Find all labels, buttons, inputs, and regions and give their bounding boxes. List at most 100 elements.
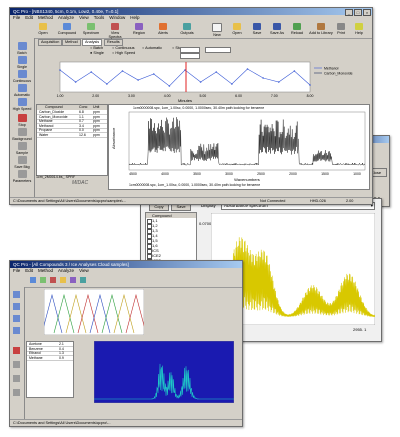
library-icon bbox=[317, 23, 325, 30]
tool-view-spectra[interactable]: View Spectra bbox=[104, 22, 126, 39]
tool-reload[interactable]: Reload bbox=[286, 22, 308, 37]
small-side-5-icon[interactable] bbox=[13, 347, 20, 354]
trend-x-tick: 3.00 bbox=[128, 94, 135, 98]
maximize-icon[interactable]: □ bbox=[354, 9, 362, 16]
small-overlap-chart[interactable] bbox=[44, 289, 144, 335]
side-parameters[interactable]: Parameters bbox=[12, 170, 32, 183]
sample-icon bbox=[17, 142, 27, 150]
side-high-speed[interactable]: High Speed bbox=[12, 98, 32, 111]
small-tool-4-icon[interactable] bbox=[60, 277, 66, 283]
small-side-7-icon[interactable] bbox=[13, 375, 20, 382]
option-field-2[interactable] bbox=[180, 53, 200, 59]
tab-method[interactable]: Method bbox=[62, 39, 81, 46]
small-tool-6-icon[interactable] bbox=[80, 277, 86, 283]
side-sample[interactable]: Sample bbox=[12, 142, 32, 155]
trend-x-tick: 1.00 bbox=[57, 94, 64, 98]
small-titlebar[interactable]: QC Pro - [All Compounds 3 / Ice Analyses… bbox=[10, 261, 242, 268]
open-folder-icon bbox=[233, 23, 241, 30]
side-automatic[interactable]: Automatic bbox=[12, 84, 32, 97]
tool-open[interactable]: Open bbox=[226, 22, 248, 37]
spectrum-bottom-caption: 1cm0000008.spc, 1cm_1.00sc, 0.0000, 1.00… bbox=[129, 183, 261, 187]
tool-save-as[interactable]: Save As bbox=[266, 22, 288, 37]
small-side-3-icon[interactable] bbox=[13, 315, 20, 322]
table-cell: 1.3 bbox=[59, 351, 64, 355]
spectrum-x-tick: 2000 bbox=[289, 172, 297, 176]
reload-icon bbox=[293, 23, 301, 30]
trend-x-tick: 7.00 bbox=[271, 94, 278, 98]
parameters-icon bbox=[17, 170, 27, 178]
table-row[interactable]: Water 12.6 ppm bbox=[37, 133, 107, 138]
small-side-4-icon[interactable] bbox=[13, 327, 20, 334]
tool-open-method[interactable]: Open bbox=[32, 22, 54, 37]
small-side-8-icon[interactable] bbox=[13, 389, 20, 396]
small-tool-1-icon[interactable] bbox=[30, 277, 36, 283]
table-cell: Acetone bbox=[29, 342, 42, 346]
trend-point bbox=[293, 70, 296, 72]
main-titlebar[interactable]: QC Pro - [NBS1340, 5cm, 0.1m, Low2, 0.40… bbox=[10, 8, 372, 16]
side-background[interactable]: Background bbox=[12, 128, 32, 141]
tool-region[interactable]: Region bbox=[128, 22, 150, 37]
spectrum-x-label: Wavenumbers bbox=[234, 177, 260, 182]
ir-spectrum-plot[interactable]: Absorbance 4500 4000 3500 3000 2500 2000 1500 1… bbox=[109, 105, 369, 189]
spectrum-panel[interactable]: 1cm0000008.spc, 1cm_1.00sc, 0.0000, 1.00… bbox=[108, 104, 370, 190]
table-cell: ppm bbox=[93, 128, 100, 132]
radio-single[interactable]: ● Single bbox=[90, 51, 104, 55]
small-window[interactable]: QC Pro - [All Compounds 3 / Ice Analyses… bbox=[9, 260, 243, 427]
trend-point bbox=[231, 83, 233, 85]
main-window[interactable]: QC Pro - [NBS1340, 5cm, 0.1m, Low2, 0.40… bbox=[9, 7, 373, 205]
status-connection: Not Connected bbox=[260, 199, 286, 203]
table-cell: ppm bbox=[93, 123, 100, 128]
table-cell: Methane bbox=[39, 119, 53, 123]
radio-continuous[interactable]: ○ Continuous bbox=[112, 46, 135, 50]
tool-new[interactable]: New bbox=[206, 22, 228, 37]
tool-alerts[interactable]: Alerts bbox=[152, 22, 174, 37]
option-field-3[interactable] bbox=[205, 47, 231, 53]
minimize-icon[interactable]: _ bbox=[345, 9, 353, 16]
trend-point bbox=[59, 69, 61, 71]
tool-help[interactable]: Help bbox=[350, 22, 368, 37]
side-batch[interactable]: Batch bbox=[12, 42, 32, 55]
batch-icon bbox=[17, 42, 27, 50]
trend-point bbox=[90, 71, 93, 73]
tool-print[interactable]: Print bbox=[332, 22, 350, 37]
tool-outputs[interactable]: Outputs bbox=[176, 22, 198, 37]
table-cell: 1.1 bbox=[79, 114, 84, 119]
small-tool-5-icon[interactable] bbox=[70, 277, 76, 283]
small-side-1-icon[interactable] bbox=[13, 291, 20, 298]
side-single[interactable]: Single bbox=[12, 56, 32, 69]
small-toolbar bbox=[10, 274, 242, 288]
small-statusbar: C:\Documents and Settings\All Users\Docu… bbox=[10, 419, 242, 426]
small-blue-spectrum[interactable] bbox=[94, 341, 234, 403]
spectrum-x-tick: 3500 bbox=[193, 172, 201, 176]
table-row[interactable]: Methane 0.9 bbox=[27, 356, 73, 361]
tool-save[interactable]: Save bbox=[246, 22, 268, 37]
status-device: HHD-026 bbox=[310, 199, 326, 203]
tab-acquisition[interactable]: Acquisition bbox=[38, 39, 63, 46]
radio-batch[interactable]: ○ Batch bbox=[90, 46, 103, 50]
small-tool-2-icon[interactable] bbox=[40, 277, 46, 283]
radio-automatic[interactable]: ○ Automatic bbox=[142, 46, 162, 50]
tool-compound[interactable]: Compound bbox=[56, 22, 78, 37]
trend-point bbox=[74, 81, 77, 83]
small-results-table[interactable]: Acetone 2.1 Benzene 0.4 Ethanol 1.3 Methane 0.9 bbox=[26, 341, 74, 398]
tool-add-library[interactable]: Add to Library bbox=[308, 22, 334, 37]
alert-icon bbox=[159, 23, 167, 30]
trend-legend: Methanol Carbon_Monoxide bbox=[314, 67, 353, 76]
small-side-2-icon[interactable] bbox=[13, 303, 20, 310]
small-side-6-icon[interactable] bbox=[13, 361, 20, 368]
tool-spectrum[interactable]: Spectrum bbox=[80, 22, 102, 37]
tab-results[interactable]: Results bbox=[104, 39, 123, 46]
close-icon[interactable]: × bbox=[363, 9, 371, 16]
small-tool-3-icon[interactable] bbox=[50, 277, 56, 283]
tab-analysis[interactable]: Analysis bbox=[82, 39, 103, 46]
side-continuous[interactable]: Continuous bbox=[12, 70, 32, 83]
trend-point bbox=[152, 73, 155, 75]
side-save-bkg[interactable]: Save Bkg bbox=[12, 156, 32, 169]
spectrum-x-tick: 3000 bbox=[225, 172, 233, 176]
results-table[interactable]: Compound Conc Unit Carbon_Dioxide 6.8 ppm C… bbox=[36, 104, 108, 176]
radio-high-speed[interactable]: ○ High Speed bbox=[112, 51, 135, 55]
trend-point bbox=[215, 71, 218, 73]
side-stop[interactable]: Stop bbox=[12, 114, 32, 127]
trend-chart[interactable]: 1.00 2.00 3.00 4.00 5.00 6.00 7.00 8.00 Minutes… bbox=[38, 60, 368, 104]
table-cell: 0.7 bbox=[79, 119, 84, 123]
